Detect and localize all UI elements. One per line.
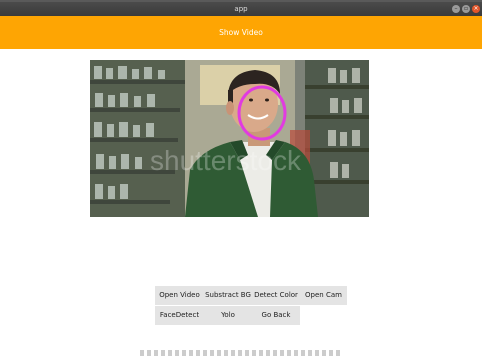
yolo-button[interactable]: Yolo <box>204 306 252 325</box>
window-titlebar[interactable]: app – ▫ × <box>0 2 482 17</box>
subtract-bg-button[interactable]: Substract BG <box>204 286 252 305</box>
bottom-edge-strip <box>140 350 340 356</box>
open-video-button[interactable]: Open Video <box>155 286 204 305</box>
face-detect-button[interactable]: FaceDetect <box>155 306 204 325</box>
maximize-icon[interactable]: ▫ <box>462 5 470 13</box>
button-grid: Open Video Substract BG Detect Color Ope… <box>155 286 347 326</box>
watermark-text: shutterstock <box>150 145 302 176</box>
close-icon[interactable]: × <box>472 5 480 13</box>
open-cam-button[interactable]: Open Cam <box>300 286 347 305</box>
video-frame: shutterstock <box>90 60 369 217</box>
go-back-button[interactable]: Go Back <box>252 306 300 325</box>
video-image: shutterstock <box>90 60 369 217</box>
window-title: app <box>234 5 248 13</box>
show-video-button[interactable]: Show Video <box>0 16 482 49</box>
show-video-label: Show Video <box>219 28 263 37</box>
detect-color-button[interactable]: Detect Color <box>252 286 300 305</box>
minimize-icon[interactable]: – <box>452 5 460 13</box>
